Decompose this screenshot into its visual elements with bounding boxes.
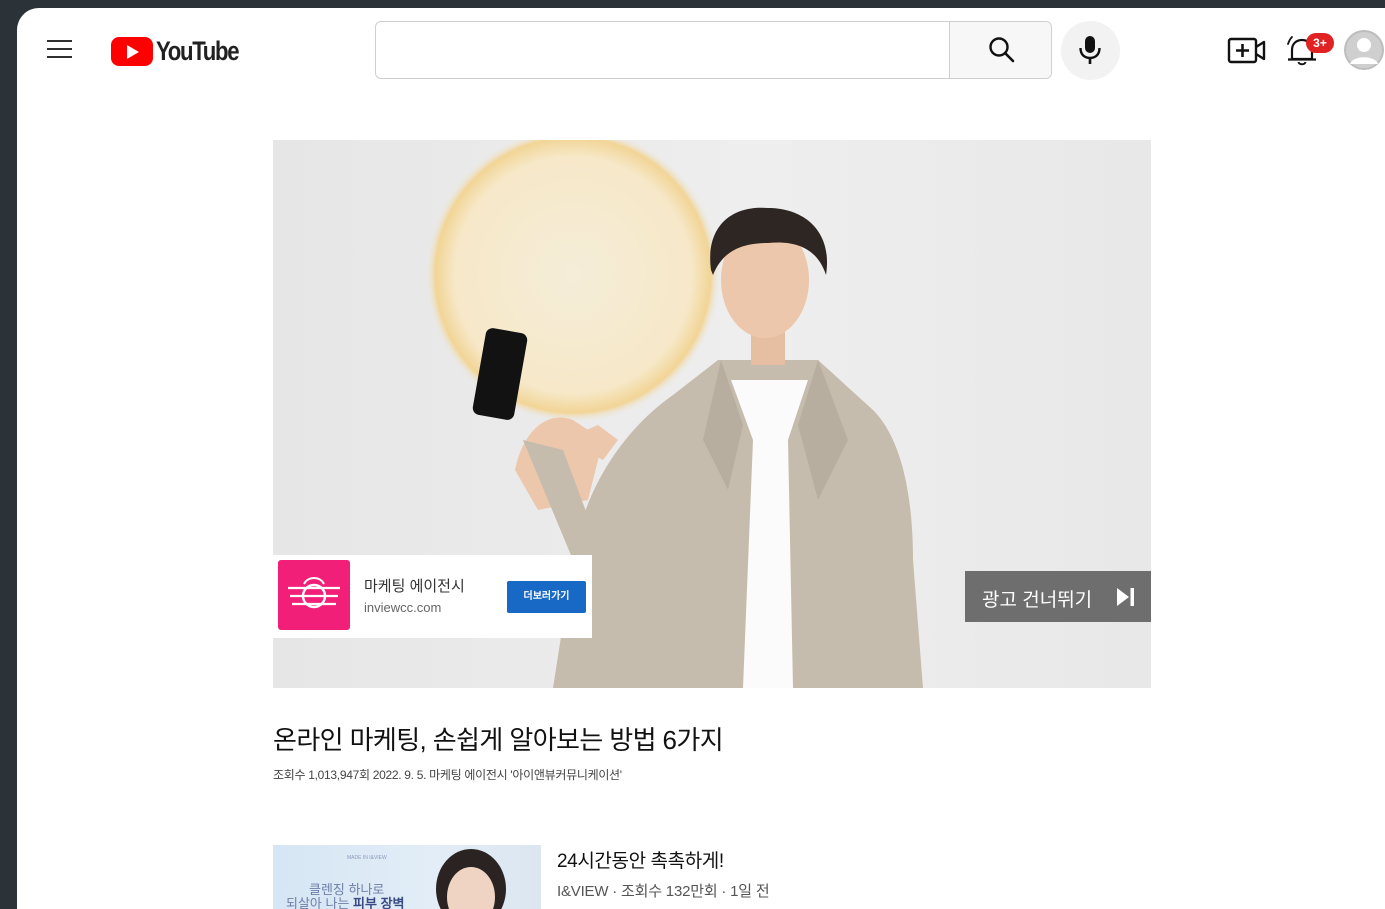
browser-window: YouTube 3+ 마케팅 에이전시 inviewcc.com 더보러가기 광… — [17, 8, 1385, 909]
video-title: 온라인 마케팅, 손쉽게 알아보는 방법 6가지 — [273, 725, 724, 755]
skip-next-icon — [1117, 588, 1134, 606]
thumbnail-text-prefix: 되살아 나는 — [286, 896, 354, 909]
avatar-icon — [1344, 30, 1384, 70]
video-meta: 조회수 1,013,947회 2022. 9. 5. 마케팅 에이전시 '아이앤… — [273, 768, 622, 782]
video-player[interactable]: 마케팅 에이전시 inviewcc.com 더보러가기 광고 건너뛰기 — [273, 140, 1151, 688]
menu-icon[interactable] — [47, 40, 73, 60]
logo-text: YouTube — [156, 35, 240, 66]
recommended-video-meta: I&VIEW · 조회수 132만회 · 1일 전 — [557, 883, 770, 900]
advertiser-url[interactable]: inviewcc.com — [364, 600, 441, 615]
youtube-play-icon — [111, 36, 153, 66]
voice-search-button[interactable] — [1061, 21, 1120, 80]
create-video-icon[interactable] — [1227, 36, 1267, 66]
mic-icon — [1079, 36, 1101, 64]
ad-overlay-card[interactable]: 마케팅 에이전시 inviewcc.com 더보러가기 — [273, 555, 592, 638]
recommended-video-title[interactable]: 24시간동안 촉촉하게! — [557, 846, 724, 873]
advertiser-logo — [278, 560, 350, 630]
search-button[interactable] — [949, 22, 1051, 78]
advertiser-name: 마케팅 에이전시 — [364, 578, 465, 595]
search-icon — [989, 37, 1015, 63]
thumbnail-text-line2: 되살아 나는 피부 장벽 — [286, 893, 404, 909]
search-bar — [375, 21, 1052, 79]
svg-text:MADE IN I&VIEW: MADE IN I&VIEW — [347, 855, 387, 861]
advertiser-logo-icon — [288, 577, 340, 609]
avatar[interactable] — [1344, 30, 1384, 70]
thumbnail-text-bold: 피부 장벽 — [353, 896, 405, 909]
skip-ad-label: 광고 건너뛰기 — [982, 590, 1093, 611]
skip-ad-button[interactable]: 광고 건너뛰기 — [965, 571, 1151, 622]
recommended-video-thumbnail[interactable]: MADE IN I&VIEW 클렌징 하나로 되살아 나는 피부 장벽 — [273, 845, 541, 909]
youtube-logo[interactable]: YouTube — [111, 36, 256, 66]
search-input[interactable] — [376, 22, 949, 78]
notification-badge: 3+ — [1306, 33, 1334, 53]
ad-cta-button[interactable]: 더보러가기 — [507, 581, 586, 613]
